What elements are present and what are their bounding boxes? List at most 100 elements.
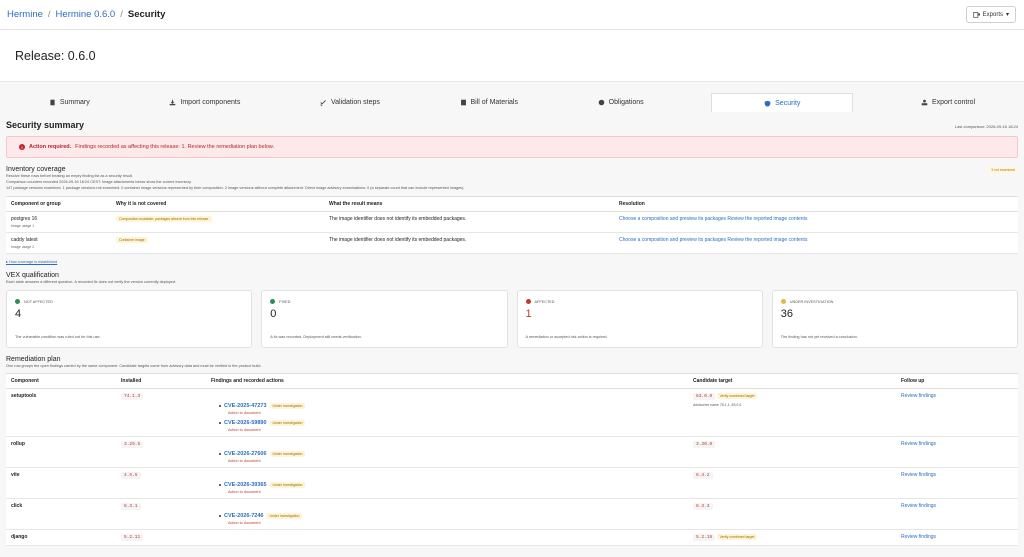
tab-label: Export control <box>931 99 976 106</box>
security-summary-title: Security summary <box>6 120 85 130</box>
cve-link[interactable]: CVE-2026-7246 <box>224 513 263 519</box>
table-header-row: Component or group Why it is not covered… <box>6 196 1018 213</box>
shield-icon <box>764 100 771 107</box>
column-header: Installed <box>116 373 206 390</box>
tab-label: Import components <box>180 99 241 106</box>
column-header: Why it is not covered <box>111 196 324 213</box>
meaning-text: The image identifier does not identify i… <box>329 237 467 244</box>
shield-icon <box>15 299 20 305</box>
alert-icon: ! <box>19 144 25 150</box>
card-value: 4 <box>15 308 22 321</box>
review-findings-link[interactable]: Review findings <box>901 393 936 399</box>
main-content: Summary Import components Validation ste… <box>0 82 1024 557</box>
action-link[interactable]: Action to document <box>228 490 683 494</box>
component-name: vite <box>6 467 116 500</box>
breadcrumb-root[interactable]: Hermine <box>7 9 43 20</box>
component-name: caddy latest <box>11 237 38 244</box>
installed-version: 4.5.5 <box>121 472 141 480</box>
cell-findings: CVE-2026-7246 Under investigation Action … <box>206 498 688 531</box>
cell-target: 83.0.0 Verify combined target Advisories… <box>688 388 896 438</box>
tab-bar: Summary Import components Validation ste… <box>9 93 1015 112</box>
exports-label: Exports <box>982 11 1003 18</box>
tab-validation-steps[interactable]: Validation steps <box>308 93 392 112</box>
bullet <box>219 405 221 408</box>
reason-chip: Composition available; packages absent f… <box>116 216 212 223</box>
cve-link[interactable]: CVE-2026-59890 <box>224 420 267 426</box>
finding-item: CVE-2025-47273 Under investigation <box>219 403 683 410</box>
cell-installed: 3.29.5 <box>116 436 206 469</box>
check-icon <box>270 299 276 305</box>
card-desc: The vulnerable condition was ruled out f… <box>15 335 101 340</box>
cell-component: postgres 16 Image usage 1 <box>6 211 111 234</box>
cve-link[interactable]: CVE-2026-27606 <box>224 451 267 457</box>
cell-component: caddy latest Image usage 2 <box>6 232 111 255</box>
column-header: Component or group <box>6 196 111 213</box>
tab-security[interactable]: Security <box>711 93 854 112</box>
component-name: postgres 16 <box>11 216 38 223</box>
cell-follow: Review findings <box>896 529 1018 547</box>
tab-export-control[interactable]: Export control <box>909 93 987 112</box>
resolution-link[interactable]: Choose a composition and preview its pac… <box>619 237 807 243</box>
tab-obligations[interactable]: Obligations <box>586 93 656 112</box>
review-findings-link[interactable]: Review findings <box>901 503 936 509</box>
verify-badge: Verify combined target <box>716 534 758 541</box>
cve-link[interactable]: CVE-2025-47273 <box>224 403 267 409</box>
alert-strong: Action required. <box>29 144 72 150</box>
tab-label: Bill of Materials <box>470 99 518 106</box>
column-header: What the result means <box>324 196 614 213</box>
action-required-alert: ! Action required. Findings recorded as … <box>6 136 1018 158</box>
tab-import-components[interactable]: Import components <box>157 93 252 112</box>
cell-target: 3.30.0 <box>688 436 896 469</box>
installed-version: 74.1.3 <box>121 393 144 401</box>
status-badge: Under investigation <box>269 451 306 458</box>
inventory-title: Inventory coverage <box>6 166 66 173</box>
action-link[interactable]: Action to document <box>228 459 683 463</box>
cell-meaning: The image identifier does not identify i… <box>324 211 614 234</box>
status-badge: Under investigation <box>269 420 306 427</box>
bullet <box>219 484 221 487</box>
column-header: Candidate target <box>688 373 896 390</box>
how-coverage-link[interactable]: ▸ How coverage is established <box>6 259 1018 264</box>
cell-installed: 8.3.1 <box>116 498 206 531</box>
review-findings-link[interactable]: Review findings <box>901 534 936 540</box>
cell-findings: CVE-2025-47273 Under investigation Action… <box>206 388 688 438</box>
target-version: 83.0.0 <box>693 393 716 401</box>
cell-target: 5.2.16 Verify combined target <box>688 529 896 547</box>
cell-follow: Review findings <box>896 388 1018 438</box>
cell-target: 6.4.2 <box>688 467 896 500</box>
card-desc: A remediation or accepted risk action is… <box>525 335 608 340</box>
hourglass-icon <box>780 299 786 305</box>
action-link[interactable]: Action to document <box>228 521 683 525</box>
exports-button[interactable]: Exports ▾ <box>965 6 1016 23</box>
action-link[interactable]: Action to document <box>228 411 683 415</box>
meaning-text: The image identifier does not identify i… <box>329 216 467 223</box>
action-link[interactable]: Action to document <box>228 428 683 432</box>
cell-installed: 74.1.3 <box>116 388 206 438</box>
review-findings-link[interactable]: Review findings <box>901 441 936 447</box>
inventory-note-3: 147 package versions examined. 1 package… <box>6 186 465 191</box>
review-findings-link[interactable]: Review findings <box>901 472 936 478</box>
card-label: FIXED <box>270 299 498 305</box>
table-header-row: Component Installed Findings and recorde… <box>6 373 1018 390</box>
circle-icon <box>598 99 604 106</box>
cve-link[interactable]: CVE-2026-39365 <box>224 482 267 488</box>
card-desc: The finding has not yet received a concl… <box>780 335 858 340</box>
cell-resolution: Choose a composition and preview its pac… <box>614 232 1018 255</box>
cell-follow: Review findings <box>896 436 1018 469</box>
tab-summary[interactable]: Summary <box>37 93 102 112</box>
status-badge: Under investigation <box>269 403 306 410</box>
tab-bill-of-materials[interactable]: Bill of Materials <box>448 93 530 112</box>
breadcrumb-release[interactable]: Hermine 0.6.0 <box>56 9 116 20</box>
breadcrumb-separator: / <box>47 9 51 20</box>
target-version: 8.3.3 <box>693 503 713 511</box>
card-label-text: NOT AFFECTED <box>24 299 53 304</box>
security-summary-header: Security summary Last comparison: 2026-0… <box>6 120 1018 130</box>
component-name: rollup <box>6 436 116 469</box>
table-row: vite 4.5.5 CVE-2026-39365 Under investiga… <box>6 467 1018 500</box>
resolution-link[interactable]: Choose a composition and preview its pac… <box>619 216 807 222</box>
breadcrumb: Hermine / Hermine 0.6.0 / Security <box>7 9 165 20</box>
component-name: django <box>6 529 116 547</box>
verify-badge: Verify combined target <box>716 393 758 400</box>
table-row: rollup 3.29.5 CVE-2026-27606 Under invest… <box>6 436 1018 469</box>
card-label-text: UNDER INVESTIGATION <box>789 299 834 304</box>
